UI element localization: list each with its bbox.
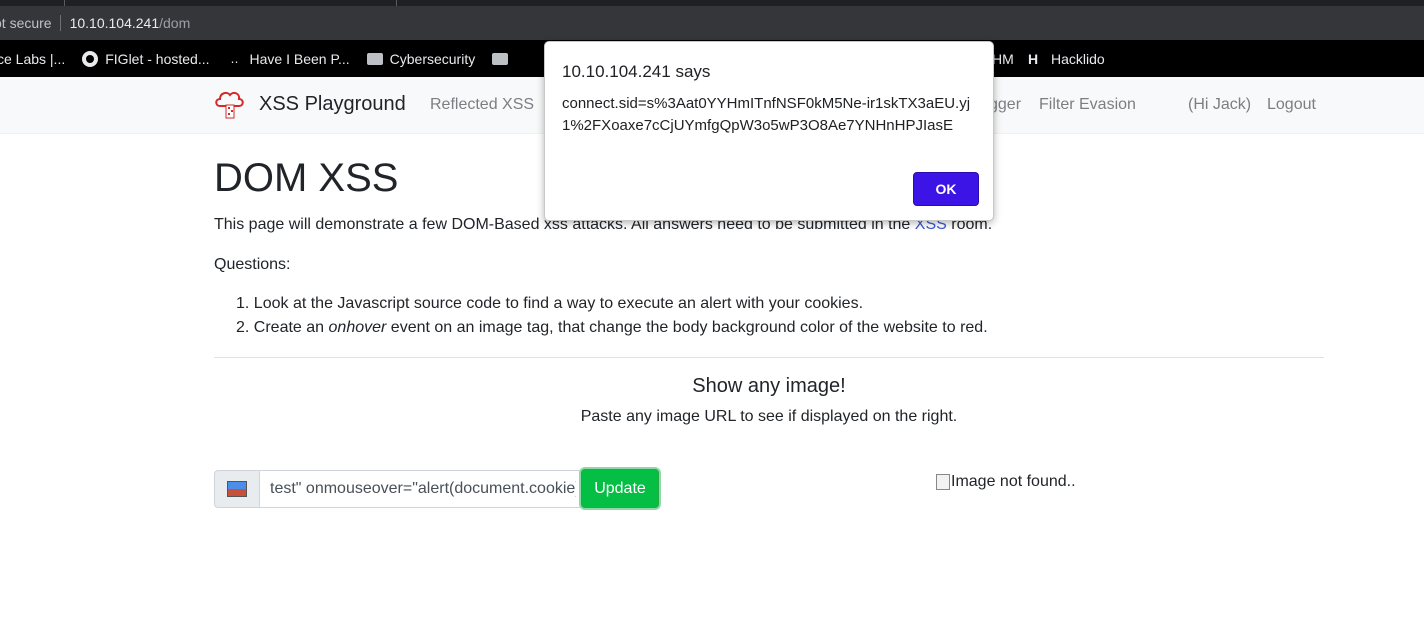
section-divider xyxy=(214,357,1324,358)
globe-icon xyxy=(82,50,99,67)
questions-list: 1. Look at the Javascript source code to… xyxy=(236,296,988,344)
bookmark-folder[interactable]: Cybersecurity xyxy=(366,50,476,67)
image-icon xyxy=(227,481,247,497)
image-alt-text: Image not found.. xyxy=(951,473,1076,490)
bookmark-label: ce Labs |... xyxy=(0,50,66,67)
security-indicator[interactable]: ot secure xyxy=(0,15,52,31)
question-number: 2. xyxy=(236,319,250,336)
bookmark-label: Hacklido xyxy=(1051,50,1105,67)
question-text: event on an image tag, that change the b… xyxy=(386,319,988,336)
folder-icon xyxy=(366,52,383,65)
bookmark-folder[interactable] xyxy=(492,52,515,65)
question-item: 2. Create an onhover event on an image t… xyxy=(236,320,988,344)
bookmark-label: Cybersecurity xyxy=(389,50,476,67)
bookmark-label: FIGlet - hosted... xyxy=(105,50,210,67)
bookmark-label: HM xyxy=(992,50,1014,67)
page-title: DOM XSS xyxy=(214,156,399,200)
questions-label: Questions: xyxy=(214,256,291,273)
show-image-subtitle: Paste any image URL to see if displayed … xyxy=(580,408,958,425)
bookmark-label: Have I Been P... xyxy=(249,50,350,67)
bookmark-item[interactable]: H Hacklido xyxy=(1028,51,1105,67)
url-path[interactable]: /dom xyxy=(159,15,190,31)
question-text: Look at the Javascript source code to fi… xyxy=(253,295,864,312)
update-button[interactable]: Update xyxy=(581,469,659,508)
folder-icon xyxy=(492,52,509,65)
question-text: Create an xyxy=(253,319,329,336)
question-item: 1. Look at the Javascript source code to… xyxy=(236,296,988,320)
alert-dialog: 10.10.104.241 says connect.sid=s%3Aat0YY… xyxy=(544,41,994,221)
hibp-icon: ‥ xyxy=(230,51,239,66)
ok-button[interactable]: OK xyxy=(913,172,979,206)
broken-image-icon xyxy=(936,474,950,490)
browser-address-bar[interactable]: ot secure 10.10.104.241/dom xyxy=(0,6,1424,40)
nav-user-greeting: (Hi Jack) xyxy=(1188,96,1252,113)
url-host[interactable]: 10.10.104.241 xyxy=(70,15,160,31)
bookmark-item[interactable]: HM xyxy=(992,51,1014,67)
question-number: 1. xyxy=(236,295,250,312)
dialog-message: connect.sid=s%3Aat0YYHmITnfNSF0kM5Ne-ir1… xyxy=(562,95,971,134)
bookmark-item[interactable]: FIGlet - hosted... xyxy=(82,50,210,67)
bookmark-item[interactable]: ce Labs |... xyxy=(0,51,65,67)
image-url-input[interactable] xyxy=(259,470,587,508)
bookmark-item[interactable]: ‥ Have I Been P... xyxy=(227,50,350,67)
question-emphasis: onhover xyxy=(328,319,387,336)
input-prepend xyxy=(214,470,259,508)
address-divider xyxy=(59,15,61,31)
nav-reflected-xss[interactable]: Reflected XSS xyxy=(430,96,534,114)
cloud-logo-icon[interactable] xyxy=(214,88,244,120)
dialog-title: 10.10.104.241 says xyxy=(562,62,711,81)
show-image-heading: Show any image! xyxy=(692,375,846,397)
brand-link[interactable]: XSS Playground xyxy=(259,93,406,116)
nav-filter-evasion[interactable]: Filter Evasion xyxy=(1039,96,1136,114)
nav-logout[interactable]: Logout xyxy=(1267,96,1316,114)
broken-image: Image not found.. xyxy=(936,473,1076,491)
image-url-input-group xyxy=(214,470,587,508)
h-icon: H xyxy=(1028,50,1039,67)
